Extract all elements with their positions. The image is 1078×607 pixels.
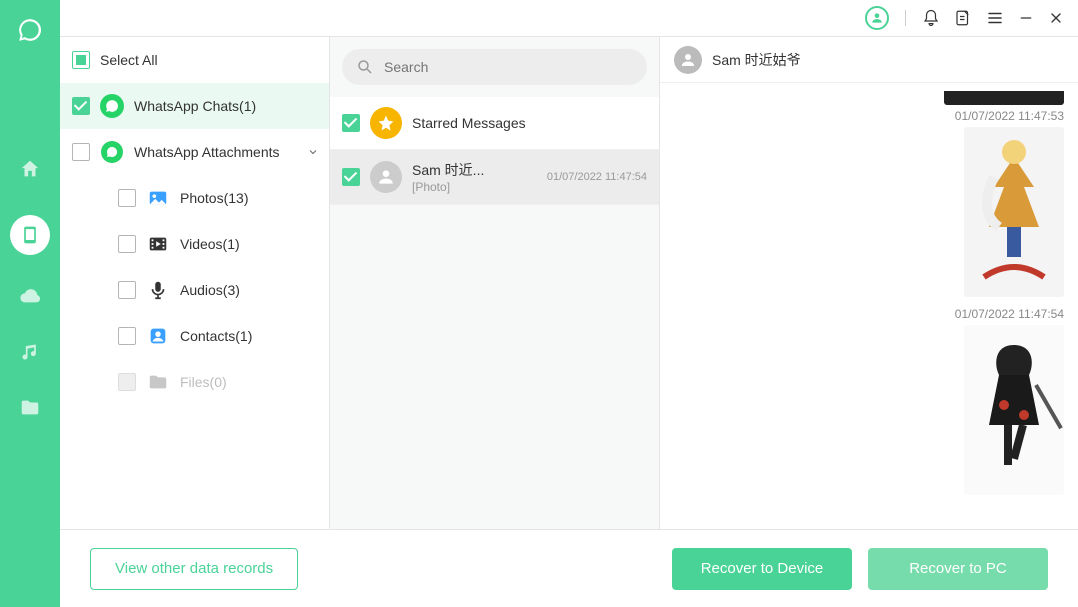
separator xyxy=(905,10,906,26)
nav-music[interactable] xyxy=(20,342,40,367)
footer-bar: View other data records Recover to Devic… xyxy=(60,529,1078,607)
home-icon xyxy=(19,158,41,180)
content-body: Select All WhatsApp Chats(1) WhatsApp At… xyxy=(60,36,1078,529)
chevron-down-icon xyxy=(307,146,319,158)
chat-item-checkbox[interactable] xyxy=(342,168,360,186)
select-all-checkbox[interactable] xyxy=(72,51,90,69)
folder-icon xyxy=(19,397,41,419)
cloud-icon xyxy=(19,285,41,307)
recover-to-pc-button[interactable]: Recover to PC xyxy=(868,548,1048,590)
chat-item-title: Starred Messages xyxy=(412,115,647,131)
folder-icon xyxy=(147,371,169,393)
category-videos[interactable]: Videos(1) xyxy=(60,221,329,267)
videos-icon xyxy=(147,233,169,255)
star-icon xyxy=(370,107,402,139)
contacts-checkbox[interactable] xyxy=(118,327,136,345)
chat-item-preview: [Photo] xyxy=(412,180,537,194)
nav-rail xyxy=(0,0,60,607)
avatar-icon xyxy=(674,46,702,74)
nav-rail-items xyxy=(10,158,50,424)
audios-label: Audios(3) xyxy=(180,282,329,298)
nav-folder[interactable] xyxy=(19,397,41,424)
chat-list-pane: Starred Messages Sam 时近... [Photo] 01/07… xyxy=(330,37,660,529)
window-controls xyxy=(60,0,1078,36)
files-label: Files(0) xyxy=(180,374,329,390)
search-wrap xyxy=(330,37,659,97)
chats-label: WhatsApp Chats(1) xyxy=(134,98,329,114)
conversation-name: Sam 时近姑爷 xyxy=(712,50,801,70)
message-photo[interactable] xyxy=(944,91,1064,105)
videos-label: Videos(1) xyxy=(180,236,329,252)
search-box[interactable] xyxy=(342,49,647,85)
select-all-row[interactable]: Select All xyxy=(60,37,329,83)
mic-icon xyxy=(147,279,169,301)
nav-device[interactable] xyxy=(10,215,50,255)
contacts-label: Contacts(1) xyxy=(180,328,329,344)
person-icon xyxy=(870,11,884,25)
chats-checkbox[interactable] xyxy=(72,97,90,115)
conversation-header: Sam 时近姑爷 xyxy=(660,37,1078,83)
message-timestamp: 01/07/2022 11:47:54 xyxy=(955,307,1064,321)
app-root: Select All WhatsApp Chats(1) WhatsApp At… xyxy=(0,0,1078,607)
attachments-checkbox[interactable] xyxy=(72,143,90,161)
note-icon[interactable] xyxy=(954,9,972,27)
phone-icon xyxy=(20,225,40,245)
menu-icon[interactable] xyxy=(986,9,1004,27)
image-placeholder-icon xyxy=(964,325,1064,495)
category-whatsapp-chats[interactable]: WhatsApp Chats(1) xyxy=(60,83,329,129)
contacts-icon xyxy=(147,325,169,347)
conversation-messages[interactable]: 01/07/2022 11:47:53 01/07/2022 11:47:54 xyxy=(660,83,1078,529)
nav-home[interactable] xyxy=(19,158,41,185)
category-whatsapp-attachments[interactable]: WhatsApp Attachments xyxy=(60,129,329,175)
category-contacts[interactable]: Contacts(1) xyxy=(60,313,329,359)
chat-item-starred[interactable]: Starred Messages xyxy=(330,97,659,150)
whatsapp-icon xyxy=(17,17,43,43)
minimize-icon[interactable] xyxy=(1018,10,1034,26)
music-icon xyxy=(20,342,40,362)
videos-checkbox[interactable] xyxy=(118,235,136,253)
avatar-icon xyxy=(370,161,402,193)
conversation-pane: Sam 时近姑爷 01/07/2022 11:47:53 xyxy=(660,37,1078,529)
photos-label: Photos(13) xyxy=(180,190,329,206)
chat-item-timestamp: 01/07/2022 11:47:54 xyxy=(547,171,647,183)
files-checkbox xyxy=(118,373,136,391)
category-photos[interactable]: Photos(13) xyxy=(60,175,329,221)
photos-icon xyxy=(147,187,169,209)
message-timestamp: 01/07/2022 11:47:53 xyxy=(955,109,1064,123)
search-icon xyxy=(356,58,374,76)
message-photo[interactable] xyxy=(964,325,1064,495)
main-area: Select All WhatsApp Chats(1) WhatsApp At… xyxy=(60,0,1078,607)
view-other-records-button[interactable]: View other data records xyxy=(90,548,298,590)
select-all-label: Select All xyxy=(100,52,329,68)
chat-item-sam[interactable]: Sam 时近... [Photo] 01/07/2022 11:47:54 xyxy=(330,150,659,205)
account-avatar[interactable] xyxy=(865,6,889,30)
nav-cloud[interactable] xyxy=(19,285,41,312)
recover-to-device-button[interactable]: Recover to Device xyxy=(672,548,852,590)
message-photo[interactable] xyxy=(964,127,1064,297)
chat-item-title: Sam 时近... xyxy=(412,160,537,180)
search-input[interactable] xyxy=(384,59,633,75)
whatsapp-icon xyxy=(106,146,118,158)
photos-checkbox[interactable] xyxy=(118,189,136,207)
image-placeholder-icon xyxy=(964,127,1064,297)
bell-icon[interactable] xyxy=(922,9,940,27)
category-audios[interactable]: Audios(3) xyxy=(60,267,329,313)
category-files: Files(0) xyxy=(60,359,329,405)
category-tree: Select All WhatsApp Chats(1) WhatsApp At… xyxy=(60,37,330,529)
app-logo xyxy=(17,10,43,50)
attachments-label: WhatsApp Attachments xyxy=(134,144,297,160)
chat-item-checkbox[interactable] xyxy=(342,114,360,132)
audios-checkbox[interactable] xyxy=(118,281,136,299)
close-icon[interactable] xyxy=(1048,10,1064,26)
whatsapp-icon xyxy=(105,99,119,113)
